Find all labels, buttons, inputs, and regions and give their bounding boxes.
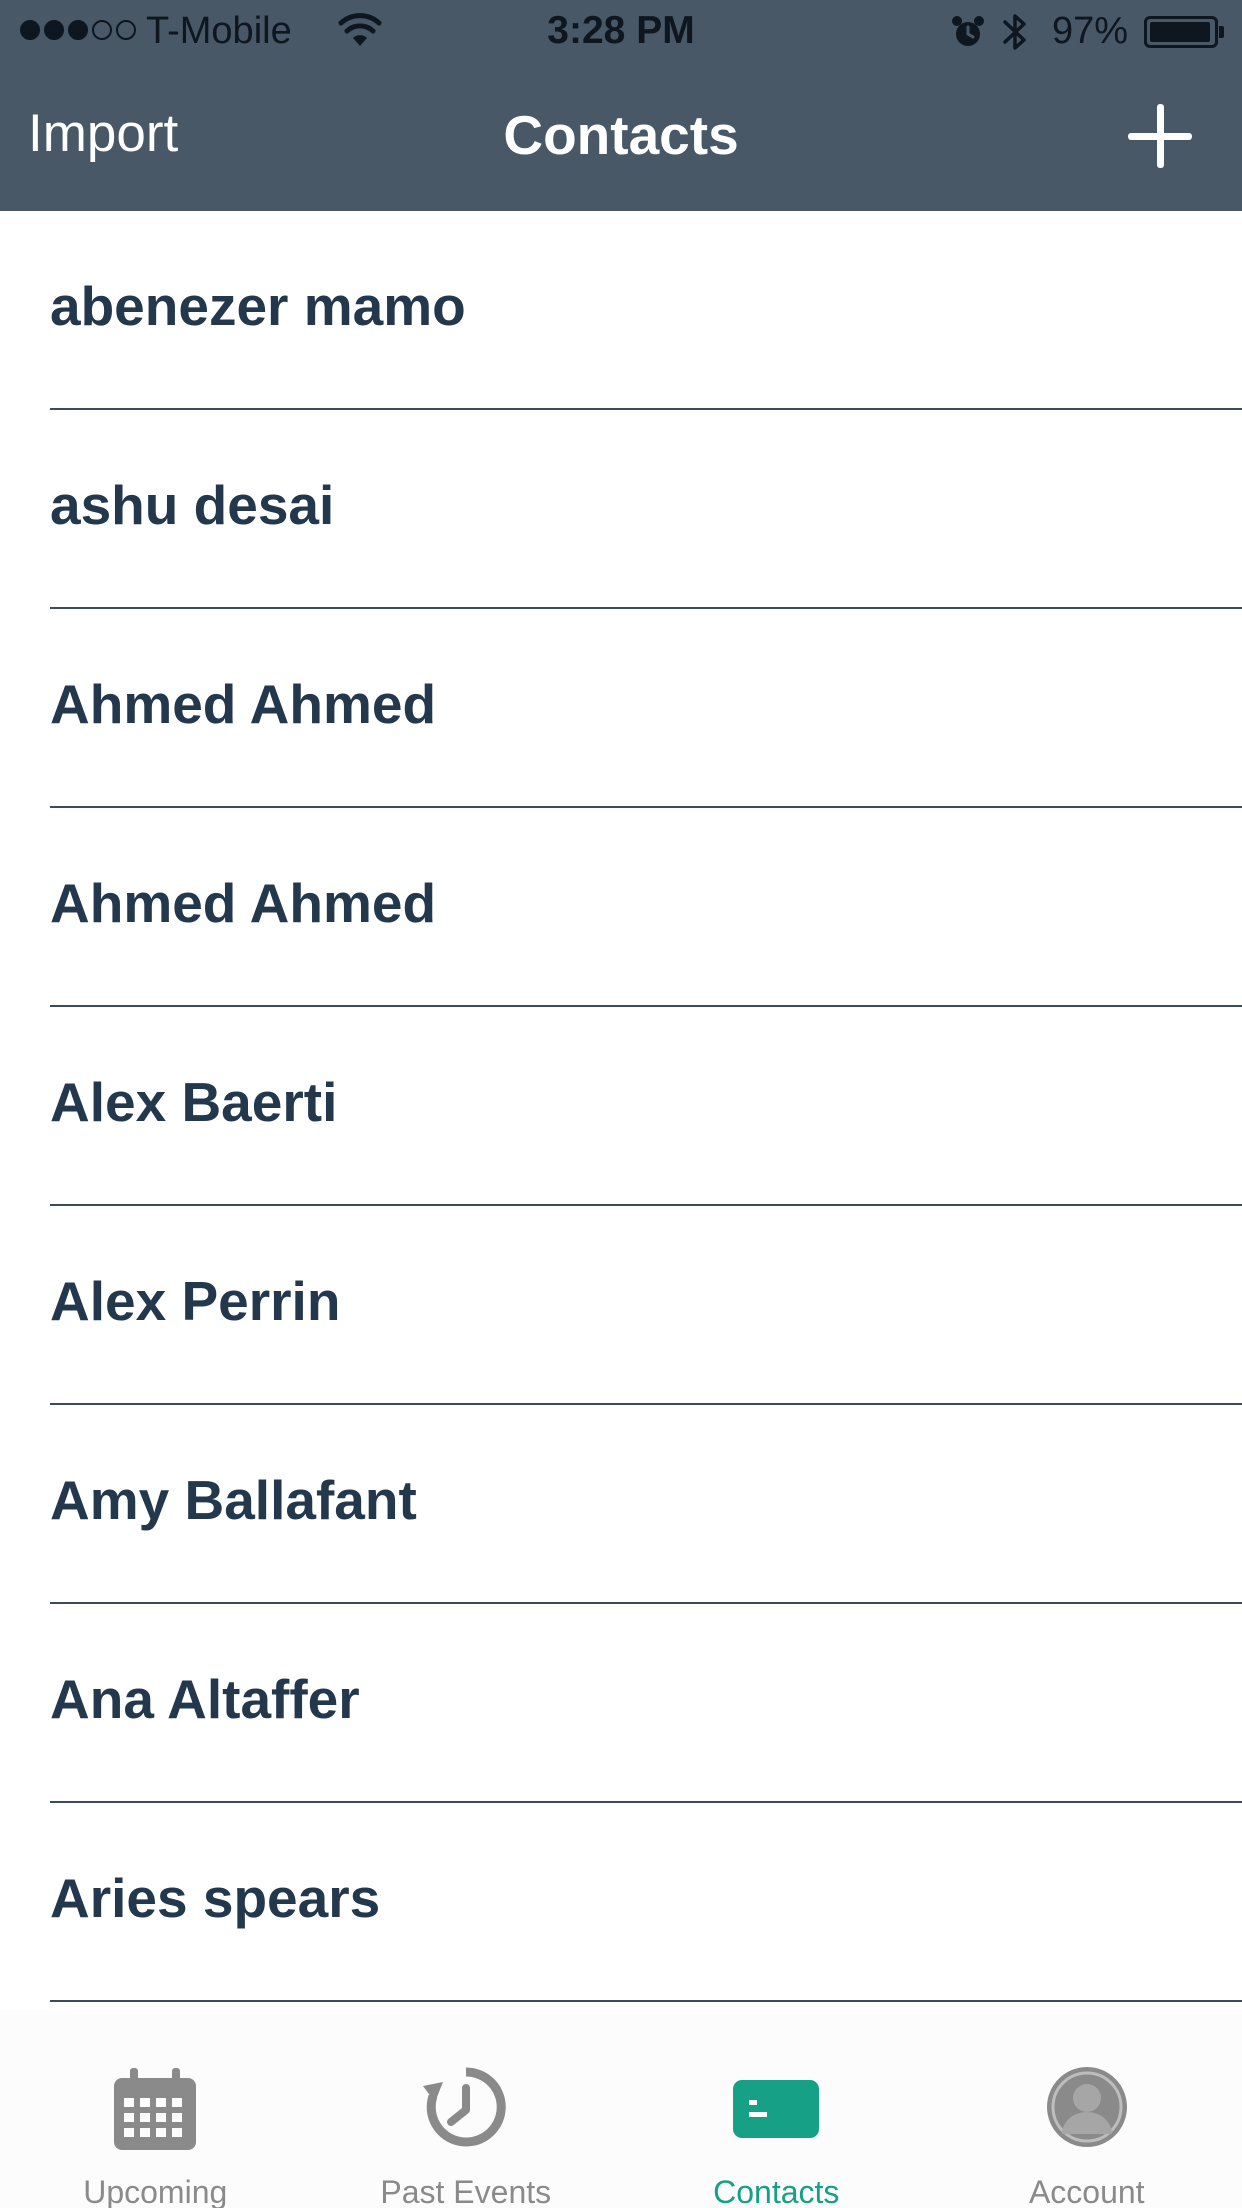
contact-row[interactable]: Alex Baerti: [50, 1007, 1242, 1206]
status-bar: T-Mobile 3:28 PM 97%: [0, 0, 1242, 64]
history-clock-icon: [422, 2067, 506, 2147]
battery-tip: [1219, 26, 1224, 38]
contact-card-icon: [733, 2080, 820, 2138]
contact-row[interactable]: Ahmed Ahmed: [50, 808, 1242, 1007]
page-title: Contacts: [503, 104, 739, 166]
battery-icon: [1144, 16, 1218, 48]
add-contact-button[interactable]: [1126, 102, 1194, 170]
contact-row[interactable]: ashu desai: [50, 410, 1242, 609]
battery-fill: [1150, 22, 1211, 42]
tab-label: Account: [1028, 2174, 1145, 2208]
tab-bar: Upcoming Past Events Contacts Account: [0, 2010, 1242, 2208]
contact-name: Ana Altaffer: [50, 1668, 360, 1730]
contact-row[interactable]: Alex Perrin: [50, 1206, 1242, 1405]
contact-row[interactable]: abenezer mamo: [50, 211, 1242, 410]
tab-upcoming[interactable]: Upcoming: [0, 2010, 311, 2208]
contact-name: Aries spears: [50, 1867, 381, 1929]
contact-row[interactable]: Ahmed Ahmed: [50, 609, 1242, 808]
contact-name: ashu desai: [50, 474, 335, 536]
tab-account[interactable]: Account: [932, 2010, 1242, 2208]
tab-label: Past Events: [380, 2174, 552, 2208]
contact-name: Alex Perrin: [50, 1270, 341, 1332]
contacts-screen: T-Mobile 3:28 PM 97% Import Contacts abe…: [0, 0, 1242, 2208]
alarm-icon: [952, 16, 984, 46]
bluetooth-icon: [1003, 14, 1026, 50]
tab-label: Contacts: [713, 2174, 840, 2208]
contact-name: Alex Baerti: [50, 1071, 338, 1133]
contact-row[interactable]: Amy Ballafant: [50, 1405, 1242, 1604]
contact-name: abenezer mamo: [50, 275, 466, 337]
contact-name: Ahmed Ahmed: [50, 872, 437, 934]
contact-name: Amy Ballafant: [50, 1469, 417, 1531]
header: T-Mobile 3:28 PM 97% Import Contacts: [0, 0, 1242, 211]
tab-past-events[interactable]: Past Events: [311, 2010, 622, 2208]
tab-contacts[interactable]: Contacts: [621, 2010, 932, 2208]
battery-percent: 97%: [1052, 10, 1129, 52]
contact-row[interactable]: Aries spears: [50, 1803, 1242, 2002]
contact-list: abenezer mamo ashu desai Ahmed Ahmed Ahmed …: [0, 211, 1242, 2002]
account-icon: [1046, 2067, 1127, 2147]
contact-name: Ahmed Ahmed: [50, 673, 437, 735]
tab-label: Upcoming: [83, 2174, 228, 2208]
calendar-icon: [114, 2068, 197, 2150]
contact-row[interactable]: Ana Altaffer: [50, 1604, 1242, 1803]
